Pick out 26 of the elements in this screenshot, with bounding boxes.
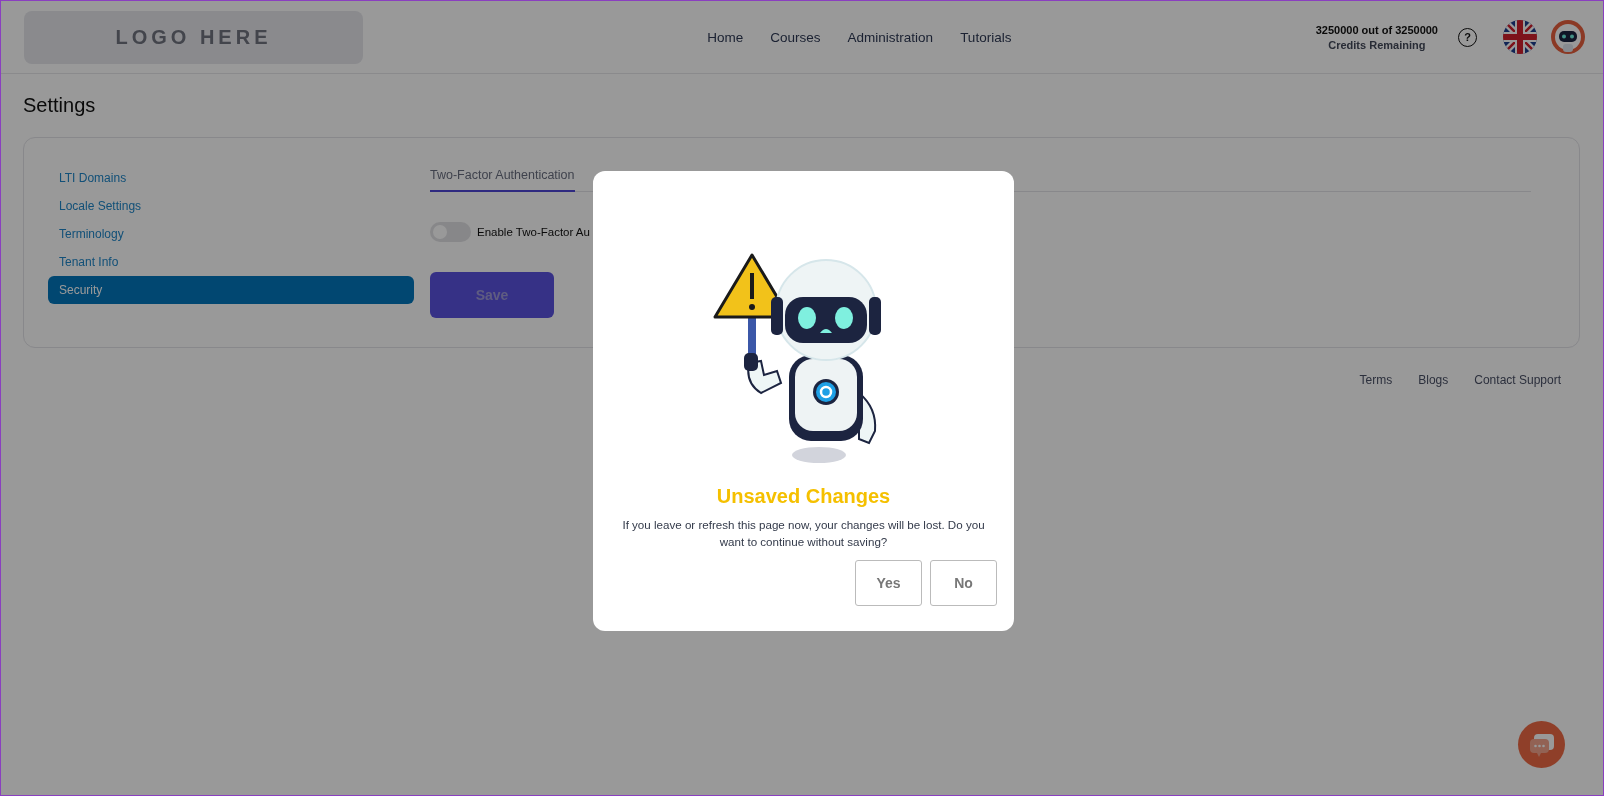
page-title: Settings xyxy=(23,94,97,117)
no-button[interactable]: No xyxy=(930,560,997,606)
nav-link[interactable]: Administration xyxy=(847,29,934,45)
sidebar-item[interactable]: LTI Domains xyxy=(48,164,414,192)
credits-label: Credits Remaining xyxy=(1328,38,1426,51)
toggle-label: Enable Two-Factor Au xyxy=(477,226,590,238)
sidebar-item[interactable]: Terminology xyxy=(48,220,414,248)
nav-link[interactable]: Home xyxy=(707,29,744,45)
avatar-icon[interactable] xyxy=(1551,20,1585,54)
nav-link[interactable]: Courses xyxy=(770,29,821,45)
footer-link[interactable]: Blogs xyxy=(1418,373,1449,387)
sidebar-item[interactable]: Tenant Info xyxy=(48,248,414,276)
footer-link[interactable]: Contact Support xyxy=(1474,373,1561,387)
footer-link[interactable]: Terms xyxy=(1359,373,1393,387)
yes-button[interactable]: Yes xyxy=(855,560,922,606)
flag-icon[interactable] xyxy=(1503,20,1537,54)
logo[interactable]: LOGO HERE xyxy=(24,10,363,64)
dialog-message: If you leave or refresh this page now, your changes will be lost. Do you want to continue without saving? xyxy=(621,517,986,550)
chat-icon xyxy=(1527,731,1556,758)
sidebar-item[interactable]: Locale Settings xyxy=(48,192,414,220)
sidebar-item[interactable]: Security xyxy=(48,276,414,304)
credits-count: 3250000 out of 3250000 xyxy=(1315,23,1438,36)
dialog-title: Unsaved Changes xyxy=(716,485,891,508)
chat-button[interactable] xyxy=(1518,721,1565,768)
nav-link[interactable]: Tutorials xyxy=(960,29,1012,45)
tab[interactable]: Two-Factor Authentication xyxy=(430,164,575,192)
